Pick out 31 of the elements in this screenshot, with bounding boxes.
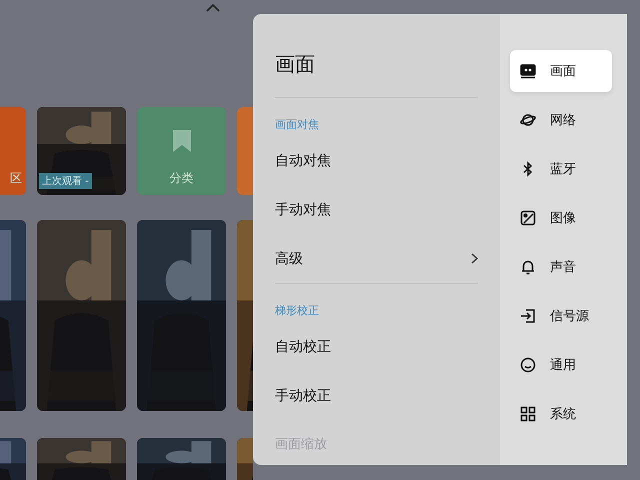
sidebar-item[interactable]: 网络 — [510, 99, 612, 141]
chevron-up-icon — [206, 4, 220, 12]
menu-item[interactable]: 手动对焦 — [275, 185, 478, 234]
sidebar-item[interactable]: 画面 — [510, 50, 612, 92]
category-tile[interactable]: 区 — [0, 107, 26, 195]
bookmark-icon — [170, 128, 192, 154]
section-heading: 梯形校正 — [275, 302, 319, 318]
smiley-icon — [520, 357, 536, 373]
planet-icon — [520, 112, 536, 128]
tile-label: 分类 — [170, 170, 194, 187]
panel-title: 画面 — [275, 51, 316, 78]
section-heading: 画面缩放 — [275, 436, 327, 453]
tile-label: 区 — [10, 170, 22, 187]
screen-icon — [520, 63, 536, 79]
sidebar-item[interactable]: 声音 — [510, 246, 612, 288]
sidebar-item[interactable]: 图像 — [510, 197, 612, 239]
section-heading: 画面对焦 — [275, 116, 319, 132]
bell-icon — [520, 259, 536, 275]
menu-item[interactable]: 自动对焦 — [275, 136, 478, 185]
image-icon — [520, 210, 536, 226]
sidebar-item[interactable]: 信号源 — [510, 295, 612, 337]
menu-item[interactable]: 高级 — [275, 234, 478, 283]
chevron-right-icon — [471, 253, 478, 264]
sidebar-item[interactable]: 系统 — [510, 393, 612, 435]
grid-icon — [520, 406, 536, 422]
last-watched-badge: 上次观看 - — [39, 173, 92, 189]
sidebar-item[interactable]: 通用 — [510, 344, 612, 386]
menu-item[interactable]: 自动校正 — [275, 322, 478, 371]
sidebar-item[interactable]: 蓝牙 — [510, 148, 612, 190]
input-icon — [520, 308, 536, 324]
menu-item[interactable]: 手动校正 — [275, 371, 478, 420]
